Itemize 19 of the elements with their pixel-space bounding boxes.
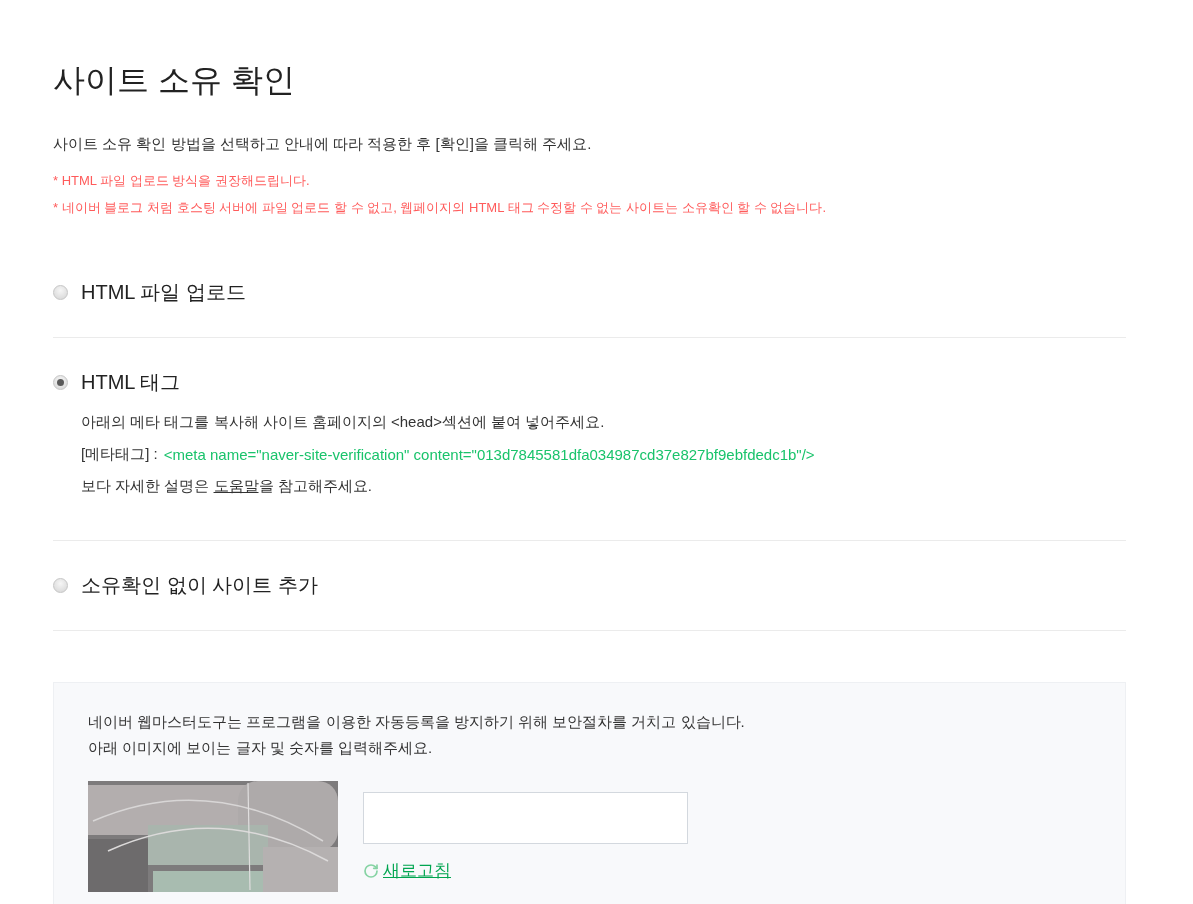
help-text: 보다 자세한 설명은 도움말을 참고해주세요.	[81, 476, 373, 496]
captcha-message: 아래 이미지에 보이는 글자 및 숫자를 입력해주세요.	[88, 738, 434, 758]
warning-note: * HTML 파일 업로드 방식을 권장해드립니다.	[53, 172, 311, 190]
meta-tag-code: <meta name="naver-site-verification" content="013d7845581dfa034987cd37e827bf9ebfdedc1b"/>	[163, 445, 815, 463]
radio-button[interactable]	[53, 284, 68, 300]
help-link[interactable]: 도움말	[213, 477, 259, 494]
refresh-icon[interactable]	[363, 863, 379, 879]
option-label[interactable]: HTML 태그	[81, 371, 181, 393]
warning-note: * 네이버 블로그 처럼 호스팅 서버에 파일 업로드 할 수 없고, 웹페이지의 HTML 태그 수정할 수 없는 사이트는 소유확인 할 수 없습니다.	[53, 199, 828, 217]
captcha-input[interactable]	[363, 792, 688, 844]
meta-tag-label: [메타태그] :	[81, 444, 158, 464]
page-title: 사이트 소유 확인	[53, 61, 296, 100]
description-text: 사이트 소유 확인 방법을 선택하고 안내에 따라 적용한 후 [확인]을 클릭해 주세요.	[53, 134, 593, 154]
captcha-message: 네이버 웹마스터도구는 프로그램을 이용한 자동등록을 방지하기 위해 보안절차를 거치고 있습니다.	[88, 712, 746, 732]
option-label[interactable]: HTML 파일 업로드	[81, 281, 246, 303]
option-label[interactable]: 소유확인 없이 사이트 추가	[81, 574, 318, 596]
radio-button[interactable]	[53, 374, 68, 390]
radio-button[interactable]	[53, 577, 68, 593]
instruction-text: 아래의 메타 태그를 복사해 사이트 홈페이지의 <head>섹션에 붙여 넣어주세요.	[81, 412, 606, 432]
